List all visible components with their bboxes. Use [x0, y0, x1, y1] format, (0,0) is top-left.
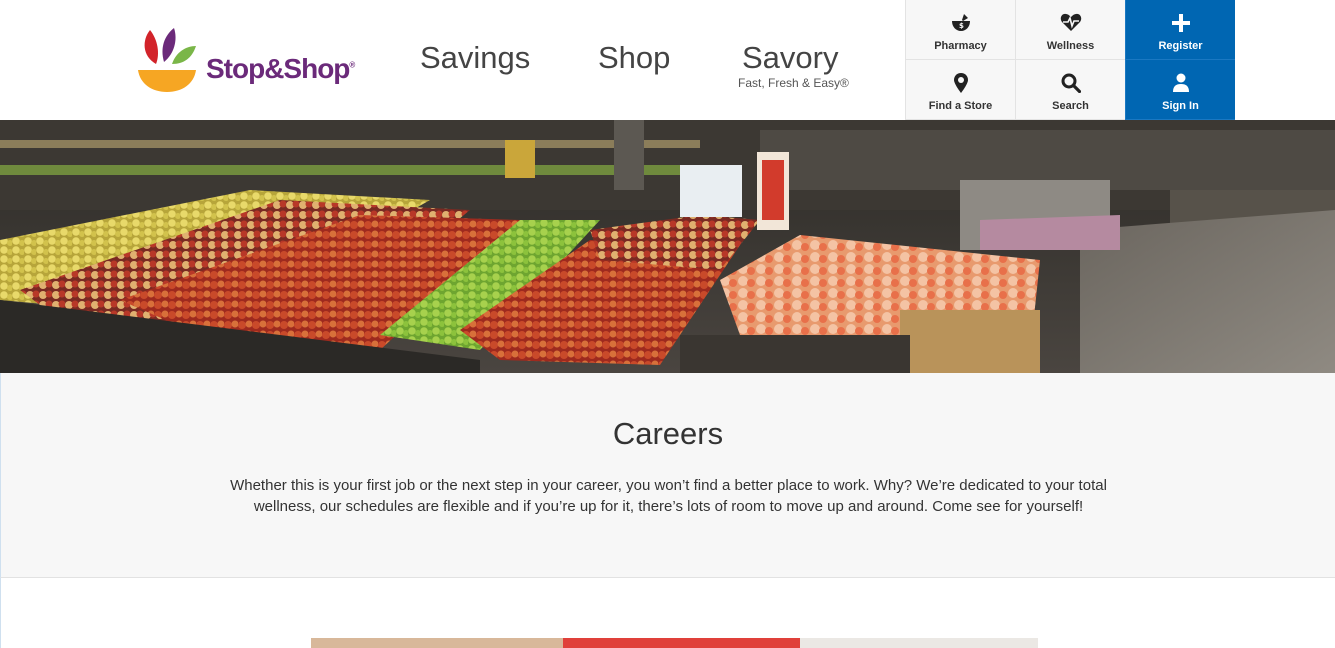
user-icon: [1170, 72, 1192, 94]
careers-section: Careers Whether this is your first job o…: [0, 373, 1335, 578]
careers-description: Whether this is your first job or the ne…: [230, 477, 1107, 515]
stop-and-shop-logo[interactable]: Stop&Shop®: [136, 26, 356, 94]
search-icon: [1060, 72, 1082, 94]
career-image-3[interactable]: [800, 638, 1038, 648]
pharmacy-button[interactable]: $ Pharmacy: [905, 0, 1015, 60]
savory-tagline: Fast, Fresh & Easy®: [738, 76, 849, 90]
utility-navigation: $ Pharmacy Wellness Register Find a Stor…: [905, 0, 1235, 120]
nav-shop[interactable]: Shop: [598, 40, 670, 76]
plus-icon: [1170, 12, 1192, 34]
sign-in-button[interactable]: Sign In: [1125, 60, 1235, 120]
mortar-pestle-icon: $: [950, 12, 972, 34]
careers-title: Careers: [612, 416, 724, 451]
brand-name: Stop&Shop®: [206, 53, 356, 84]
svg-text:$: $: [959, 22, 964, 30]
heartbeat-icon: [1060, 12, 1082, 34]
nav-savings[interactable]: Savings: [420, 40, 530, 76]
hero-produce-image: [0, 120, 1335, 373]
search-button[interactable]: Search: [1015, 60, 1125, 120]
grocery-produce-photo: [0, 120, 1335, 373]
career-image-1[interactable]: [311, 638, 563, 648]
register-button[interactable]: Register: [1125, 0, 1235, 60]
wellness-button[interactable]: Wellness: [1015, 0, 1125, 60]
career-image-strip: [311, 638, 1038, 648]
find-a-store-button[interactable]: Find a Store: [905, 60, 1015, 120]
career-image-2[interactable]: [563, 638, 800, 648]
nav-savory[interactable]: Savory: [742, 40, 838, 76]
map-pin-icon: [950, 72, 972, 94]
logo-mark-icon: [138, 28, 196, 92]
site-header: Stop&Shop® Savings Shop Savory Fast, Fre…: [0, 0, 1335, 120]
